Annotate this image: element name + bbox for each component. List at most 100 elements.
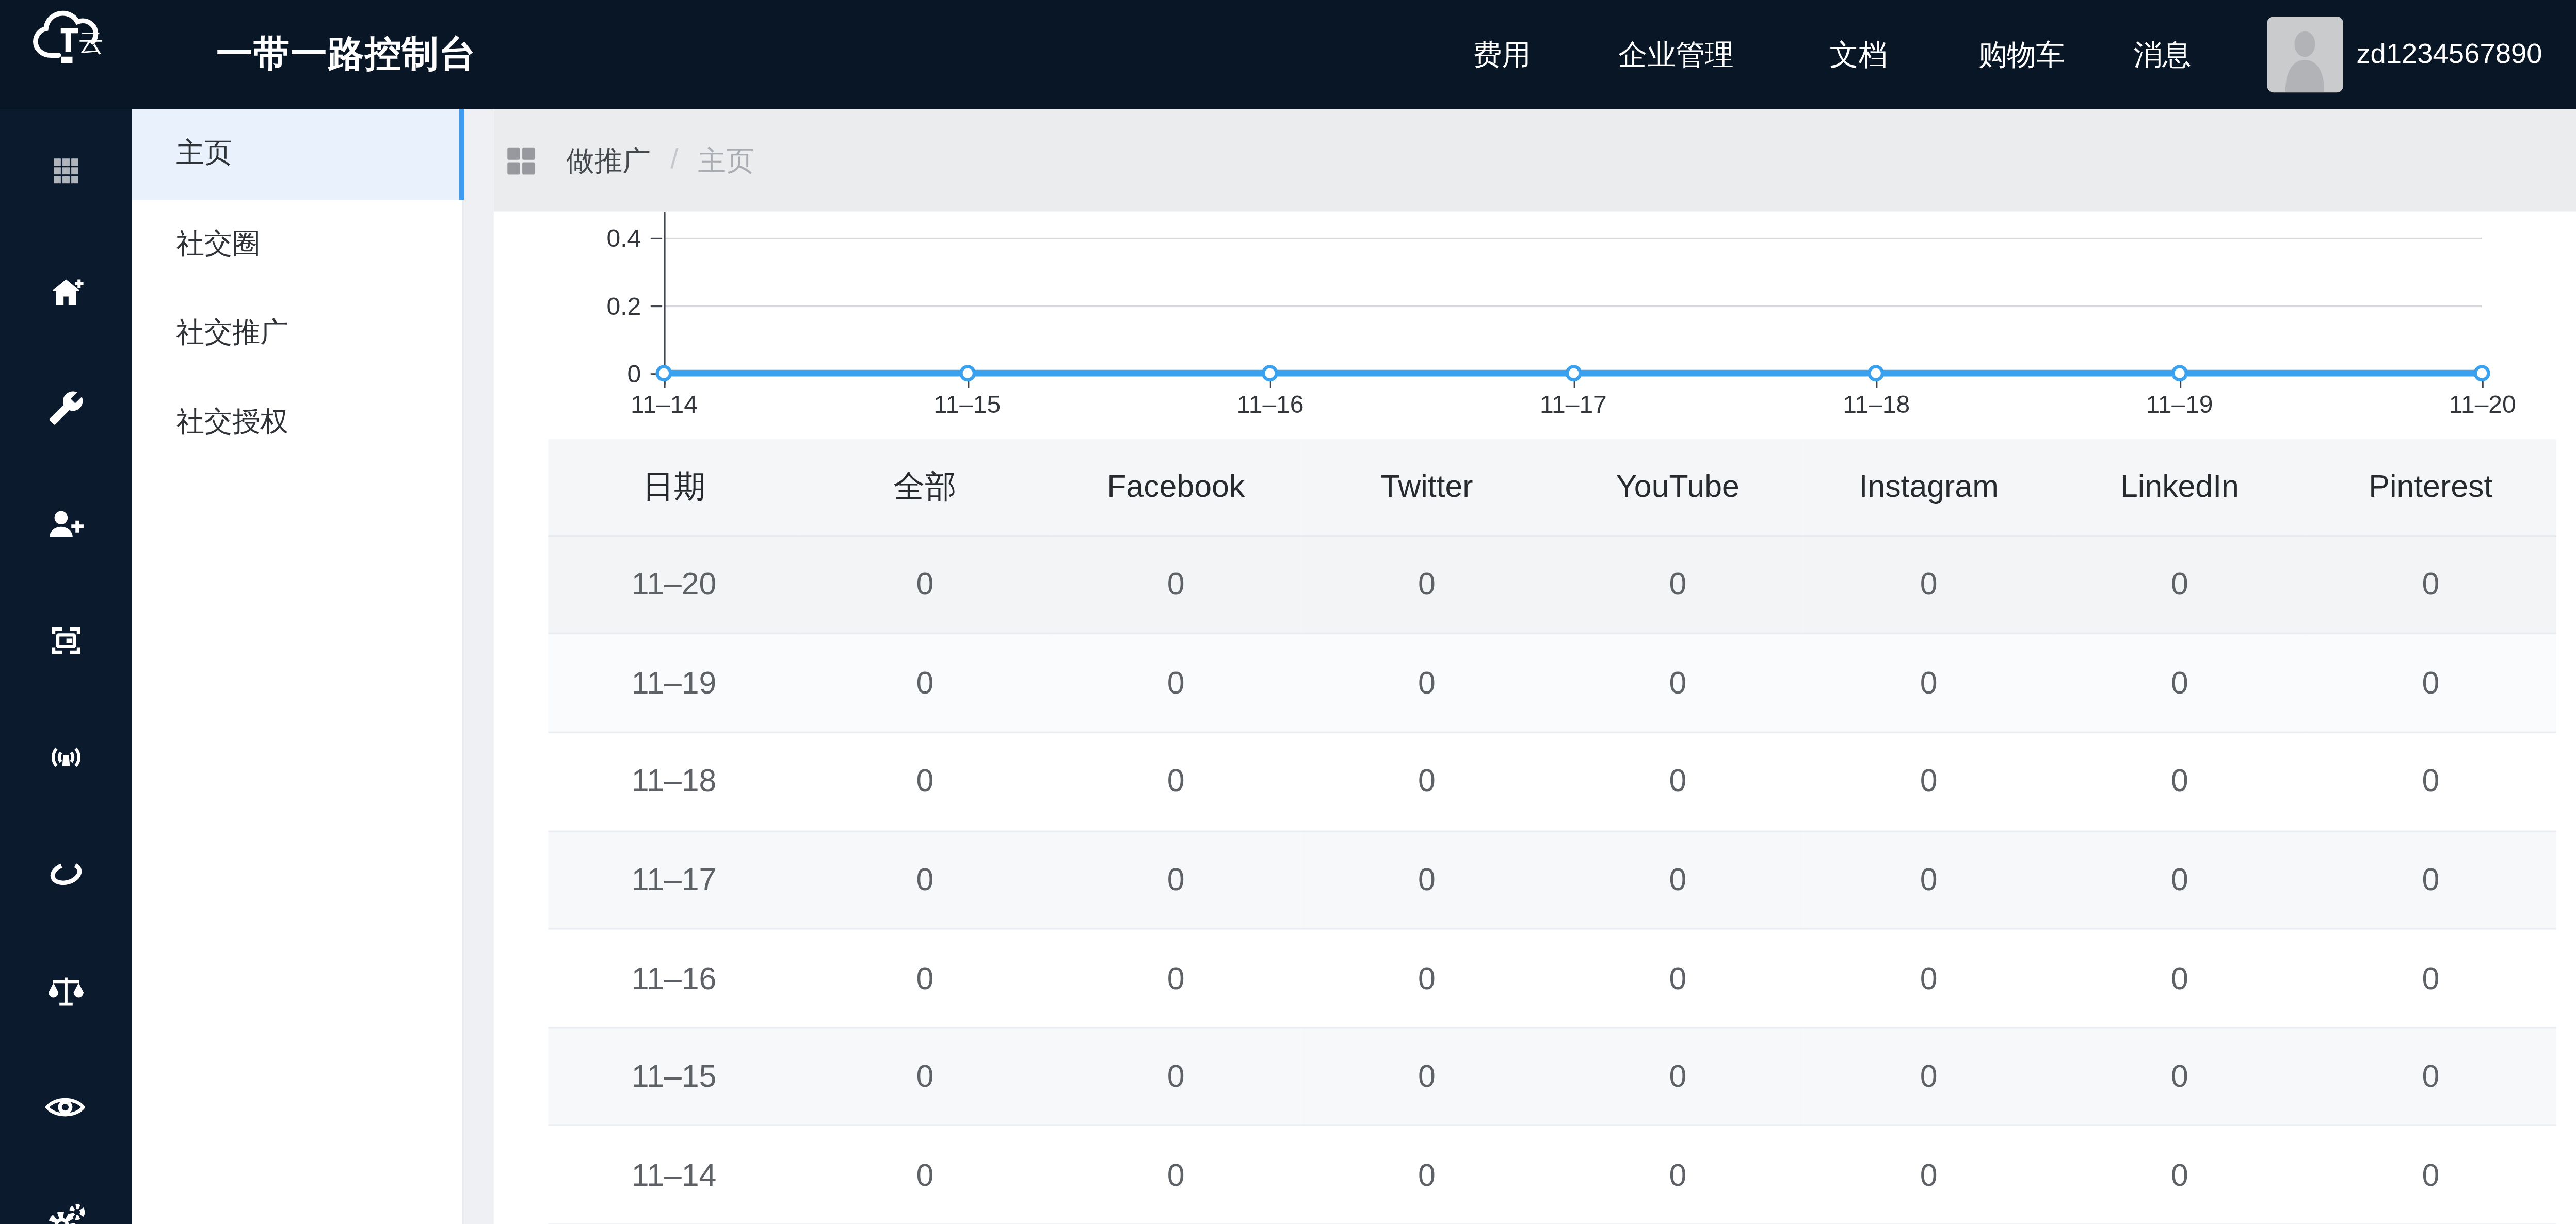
table-cell: 0 [2305, 634, 2556, 733]
chart-y-label: 0 [492, 359, 641, 386]
table-cell: 0 [2305, 536, 2556, 634]
chart-x-label: 11–18 [1818, 390, 1934, 418]
table-header-cell: Facebook [1051, 439, 1301, 536]
table-cell: 0 [1552, 634, 1803, 733]
settings-icon[interactable] [44, 1202, 87, 1224]
table-header-cell: Pinterest [2305, 439, 2556, 536]
table-cell: 0 [1804, 732, 2054, 831]
app-title: 一带一路控制台 [216, 0, 476, 109]
sidebar-content-gap [463, 109, 494, 1224]
chart-gridline [664, 305, 2483, 307]
sidebar-item-1[interactable]: 主页 [132, 109, 462, 199]
table-cell: 0 [799, 1126, 1050, 1224]
table-cell: 0 [1051, 929, 1301, 1028]
wrench-icon[interactable] [44, 387, 87, 430]
table-cell: 0 [1301, 732, 1552, 831]
table-row[interactable]: 11–190000000 [549, 634, 2556, 733]
apps-grid-icon[interactable] [504, 143, 538, 178]
chart-x-label: 11–17 [1516, 390, 1631, 418]
icon-rail [0, 109, 132, 1224]
table-cell: 0 [1301, 536, 1552, 634]
table-cell: 11–15 [549, 1028, 799, 1126]
beacon-icon[interactable] [44, 736, 87, 779]
table-row[interactable]: 11–140000000 [549, 1126, 2556, 1224]
add-user-icon[interactable] [44, 503, 87, 546]
table-row[interactable]: 11–170000000 [549, 831, 2556, 929]
breadcrumb: 做推广 / 主页 [494, 109, 2576, 212]
table-cell: 0 [1804, 1126, 2054, 1224]
line-chart: 00.20.411–1411–1511–1611–1711–1811–1911–… [494, 212, 2576, 434]
table-cell: 0 [799, 732, 1050, 831]
table-cell: 0 [1804, 634, 2054, 733]
table-cell: 0 [2054, 536, 2305, 634]
table-cell: 11–16 [549, 929, 799, 1028]
top-navbar: 云 一带一路控制台 费用企业管理文档 购物车消息 zd1234567890 [0, 0, 2576, 109]
username[interactable]: zd1234567890 [2356, 0, 2542, 109]
chart-point [1868, 364, 1885, 381]
table-cell: 0 [2305, 929, 2556, 1028]
home-icon[interactable] [44, 270, 87, 313]
table-header-cell: 日期 [549, 439, 799, 536]
screen-icon[interactable] [44, 620, 87, 663]
eye-icon[interactable] [44, 1085, 87, 1128]
table-cell: 0 [799, 831, 1050, 929]
sidebar-item-2[interactable]: 社交圈 [132, 199, 462, 289]
stats-table: 日期全部FacebookTwitterYouTubeInstagramLinke… [549, 439, 2556, 1224]
orbit-icon[interactable] [44, 852, 87, 895]
table-cell: 11–20 [549, 536, 799, 634]
grid-icon[interactable] [44, 149, 87, 191]
table-cell: 0 [1804, 831, 2054, 929]
nav-item-3[interactable]: 文档 [1830, 0, 1888, 109]
sidebar: 主页社交圈社交推广社交授权 [132, 109, 463, 1224]
nav-item-5[interactable]: 消息 [2133, 0, 2191, 109]
nav-item-4[interactable]: 购物车 [1978, 0, 2065, 109]
scales-icon[interactable] [44, 969, 87, 1011]
table-header-row: 日期全部FacebookTwitterYouTubeInstagramLinke… [549, 439, 2556, 536]
table-cell: 0 [799, 634, 1050, 733]
table-header-cell: YouTube [1552, 439, 1803, 536]
table-cell: 0 [1301, 634, 1552, 733]
chart-y-label: 0.4 [492, 223, 641, 251]
table-row[interactable]: 11–180000000 [549, 732, 2556, 831]
sidebar-item-4[interactable]: 社交授权 [132, 379, 462, 469]
table-cell: 11–14 [549, 1126, 799, 1224]
table-cell: 0 [2305, 1028, 2556, 1126]
table-row[interactable]: 11–200000000 [549, 536, 2556, 634]
table-cell: 0 [2305, 831, 2556, 929]
sidebar-item-3[interactable]: 社交推广 [132, 289, 462, 379]
table-cell: 0 [2054, 831, 2305, 929]
table-cell: 0 [799, 929, 1050, 1028]
stats-table-wrap: 日期全部FacebookTwitterYouTubeInstagramLinke… [549, 439, 2556, 1224]
table-cell: 0 [1051, 1028, 1301, 1126]
chart-x-label: 11–19 [2122, 390, 2237, 418]
breadcrumb-section[interactable]: 做推广 [567, 141, 651, 180]
chart-point [959, 364, 975, 381]
table-cell: 0 [2305, 732, 2556, 831]
table-cell: 11–19 [549, 634, 799, 733]
table-cell: 0 [1552, 831, 1803, 929]
avatar[interactable] [2267, 17, 2343, 92]
table-cell: 0 [1552, 1126, 1803, 1224]
main-content: 做推广 / 主页 0 0.2 0.4 11–1411–1511–16 11–17 11–1… [494, 109, 2576, 1224]
chart-point [2171, 364, 2188, 381]
table-cell: 0 [2305, 1126, 2556, 1224]
chart-gridline [664, 237, 2483, 239]
table-header-cell: Twitter [1301, 439, 1552, 536]
cloud-logo-icon[interactable]: 云 [30, 7, 106, 66]
table-cell: 0 [2054, 634, 2305, 733]
table-cell: 0 [1804, 1028, 2054, 1126]
table-header-cell: 全部 [799, 439, 1050, 536]
table-row[interactable]: 11–160000000 [549, 929, 2556, 1028]
table-row[interactable]: 11–150000000 [549, 1028, 2556, 1126]
nav-item-1[interactable]: 费用 [1473, 0, 1531, 109]
user-silhouette-icon [2267, 17, 2343, 92]
nav-item-2[interactable]: 企业管理 [1618, 0, 1734, 109]
breadcrumb-current: 主页 [698, 141, 754, 180]
chart-point [1262, 364, 1279, 381]
chart-y-label: 0.2 [492, 291, 641, 319]
table-cell: 0 [1552, 929, 1803, 1028]
breadcrumb-divider: / [670, 144, 678, 177]
table-cell: 0 [1804, 536, 2054, 634]
table-cell: 0 [1051, 831, 1301, 929]
table-cell: 0 [1552, 1028, 1803, 1126]
